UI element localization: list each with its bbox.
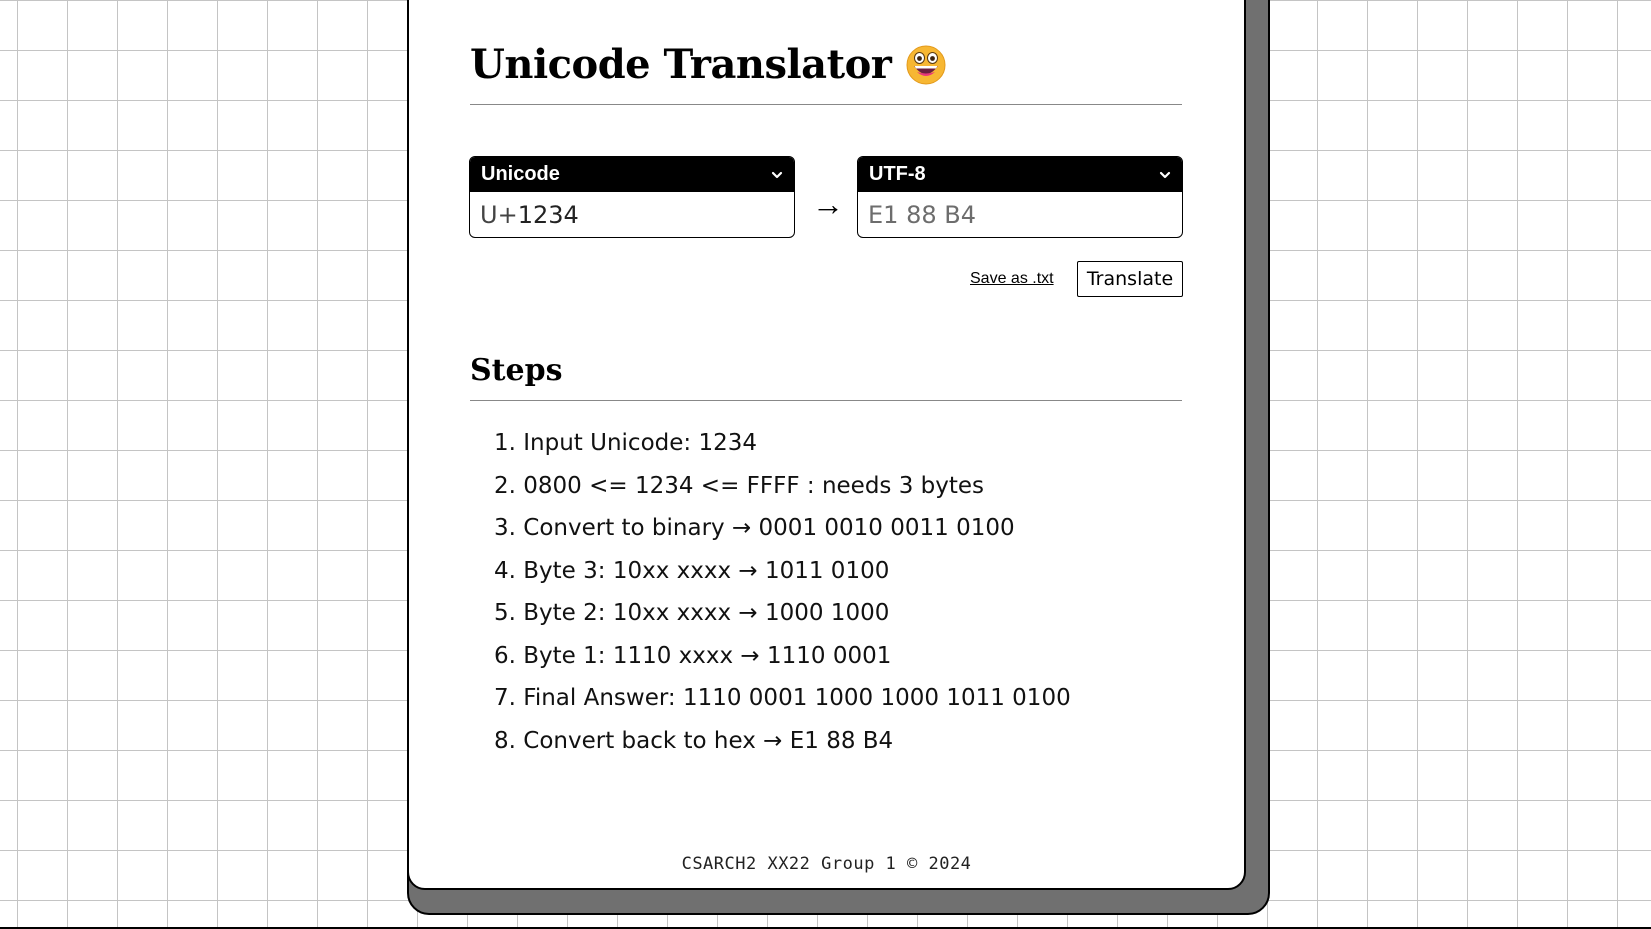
title-row: Unicode Translator xyxy=(470,44,947,86)
target-format-label: UTF-8 xyxy=(869,163,926,185)
target-box: UTF-8 E1 88 B4 xyxy=(857,156,1183,238)
step-item: 5. Byte 2: 10xx xxxx → 1000 1000 xyxy=(494,592,1071,635)
step-text: Convert back to hex → E1 88 B4 xyxy=(523,727,894,754)
source-input[interactable]: U+ 1234 xyxy=(470,192,794,237)
steps-list: 1. Input Unicode: 1234 2. 0800 <= 1234 <… xyxy=(494,422,1071,762)
step-item: 2. 0800 <= 1234 <= FFFF : needs 3 bytes xyxy=(494,465,1071,508)
steps-divider xyxy=(470,400,1182,401)
step-item: 1. Input Unicode: 1234 xyxy=(494,422,1071,465)
footer-copyright: CSARCH2 XX22 Group 1 © 2024 xyxy=(681,854,972,874)
source-format-label: Unicode xyxy=(481,163,560,185)
step-item: 3. Convert to binary → 0001 0010 0011 01… xyxy=(494,507,1071,550)
step-text: Final Answer: 1110 0001 1000 1000 1011 0… xyxy=(523,685,1071,711)
page-title: Unicode Translator xyxy=(470,41,892,88)
step-number: 2. xyxy=(494,472,524,499)
steps-title: Steps xyxy=(470,353,563,388)
step-text: Byte 2: 10xx xxxx → 1000 1000 xyxy=(523,600,890,626)
chevron-down-icon xyxy=(1159,171,1171,178)
step-item: 8. Convert back to hex → E1 88 B4 xyxy=(494,720,1071,763)
step-item: 4. Byte 3: 10xx xxxx → 1011 0100 xyxy=(494,550,1071,593)
title-divider xyxy=(470,104,1182,105)
conversion-arrow: → xyxy=(812,186,844,222)
step-number: 1. xyxy=(494,430,524,456)
step-number: 5. xyxy=(494,600,524,626)
chevron-down-icon xyxy=(771,171,783,178)
target-value: E1 88 B4 xyxy=(868,200,976,229)
step-text: Convert to binary → 0001 0010 0011 0100 xyxy=(523,515,1015,541)
step-text: Byte 1: 1110 xxxx → 1110 0001 xyxy=(523,642,892,669)
step-number: 3. xyxy=(494,515,524,541)
step-number: 4. xyxy=(494,557,524,584)
source-value: 1234 xyxy=(517,200,579,229)
step-number: 6. xyxy=(494,642,524,669)
target-output[interactable]: E1 88 B4 xyxy=(858,192,1182,237)
source-box: Unicode U+ 1234 xyxy=(469,156,795,238)
step-number: 7. xyxy=(494,685,524,711)
unicode-prefix: U+ xyxy=(480,200,518,229)
target-format-select[interactable]: UTF-8 xyxy=(858,157,1182,192)
grinning-face-icon xyxy=(906,45,946,85)
translate-button[interactable]: Translate xyxy=(1077,261,1183,297)
step-number: 8. xyxy=(494,727,524,754)
step-text: Input Unicode: 1234 xyxy=(523,430,757,456)
step-text: 0800 <= 1234 <= FFFF : needs 3 bytes xyxy=(523,472,985,499)
save-txt-link[interactable]: Save as .txt xyxy=(970,270,1054,288)
source-format-select[interactable]: Unicode xyxy=(470,157,794,192)
step-item: 7. Final Answer: 1110 0001 1000 1000 101… xyxy=(494,677,1071,720)
step-text: Byte 3: 10xx xxxx → 1011 0100 xyxy=(523,557,890,584)
step-item: 6. Byte 1: 1110 xxxx → 1110 0001 xyxy=(494,635,1071,678)
